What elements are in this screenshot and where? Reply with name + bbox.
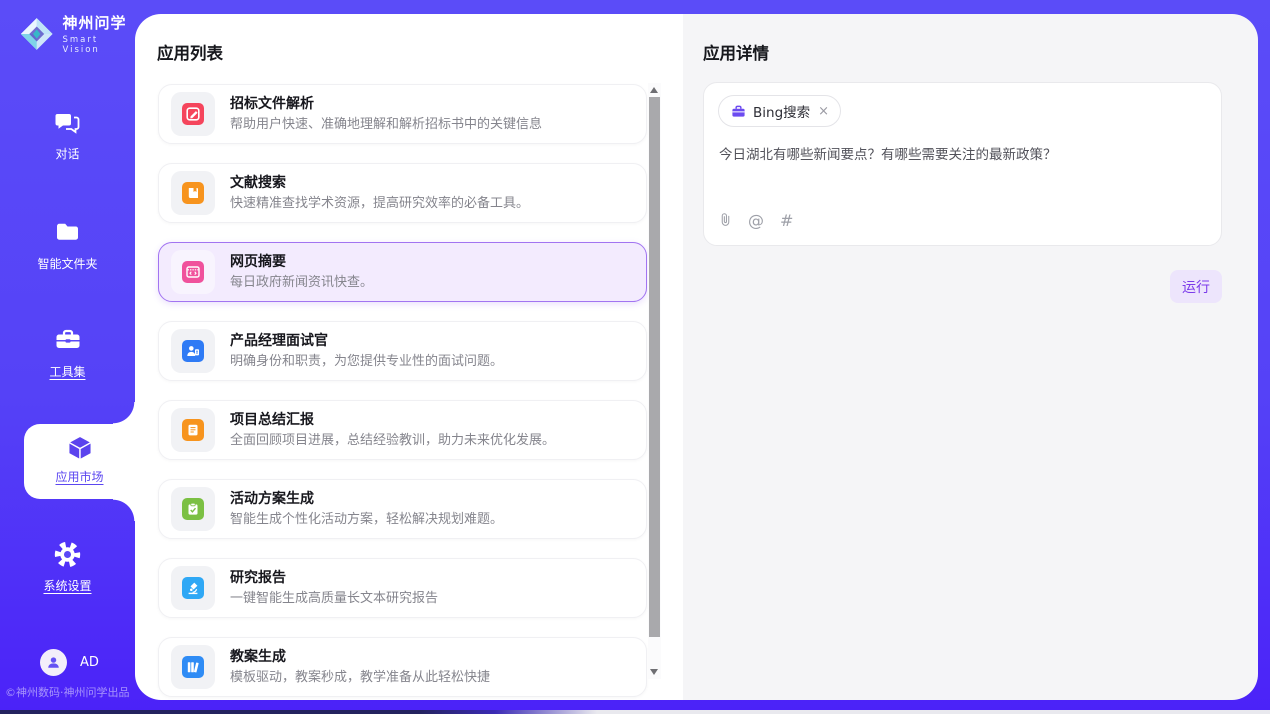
- app-card-desc: 一键智能生成高质量长文本研究报告: [230, 589, 438, 608]
- app-card-title: 教案生成: [230, 648, 490, 667]
- run-button[interactable]: 运行: [1170, 270, 1222, 303]
- app-detail-title: 应用详情: [703, 40, 769, 64]
- brand-text: 神州问学 Smart Vision: [62, 12, 135, 55]
- user-initials: AD: [80, 655, 99, 670]
- query-input[interactable]: 今日湖北有哪些新闻要点？有哪些需要关注的最新政策？: [719, 145, 1206, 165]
- window-bottom-edge: [0, 710, 1270, 714]
- app-card-desc: 全面回顾项目进展，总结经验教训，助力未来优化发展。: [230, 431, 555, 450]
- person-icon: [46, 655, 61, 670]
- tool-chip-label: Bing搜索: [753, 101, 810, 121]
- paperclip-icon[interactable]: [719, 211, 732, 231]
- briefcase-icon: [731, 104, 746, 119]
- app-icon-tile: [171, 645, 215, 689]
- gear-icon: [0, 540, 135, 570]
- app-list-pane: 应用列表 招标文件解析 帮助用户快速、准确地理解和解析招标书中的关键信: [135, 14, 683, 700]
- app-card-lesson-plan[interactable]: 教案生成 模板驱动，教案秒成，教学准备从此轻松快捷: [158, 637, 647, 697]
- app-card-desc: 明确身份和职责，为您提供专业性的面试问题。: [230, 352, 503, 371]
- app-detail-pane: 应用详情 Bing搜索 × 今日湖北有哪些新闻要点？有哪些需要关注的最新政策？: [683, 14, 1258, 700]
- app-card-desc: 帮助用户快速、准确地理解和解析招标书中的关键信息: [230, 115, 542, 134]
- app-card-bid-analysis[interactable]: 招标文件解析 帮助用户快速、准确地理解和解析招标书中的关键信息: [158, 84, 647, 144]
- microscope-icon: [182, 577, 204, 599]
- app-icon-tile: [171, 408, 215, 452]
- book-icon: [182, 182, 204, 204]
- scrollbar-thumb[interactable]: [649, 97, 660, 637]
- content-panel: 应用列表 招标文件解析 帮助用户快速、准确地理解和解析招标书中的关键信: [135, 14, 1258, 700]
- hash-icon[interactable]: #: [780, 213, 793, 229]
- browser-code-icon: [182, 261, 204, 283]
- sidebar-item-label: 对话: [55, 147, 79, 161]
- books-icon: [182, 656, 204, 678]
- sidebar-item-label: 系统设置: [43, 579, 91, 593]
- query-input-card: Bing搜索 × 今日湖北有哪些新闻要点？有哪些需要关注的最新政策？ @ #: [703, 82, 1222, 246]
- app-icon-tile: [171, 487, 215, 531]
- app-card-title: 产品经理面试官: [230, 332, 503, 351]
- clipboard-check-icon: [182, 498, 204, 520]
- list-scrollbar[interactable]: [648, 83, 661, 679]
- app-card-desc: 快速精准查找学术资源，提高研究效率的必备工具。: [230, 194, 529, 213]
- app-card-project-summary[interactable]: 项目总结汇报 全面回顾项目进展，总结经验教训，助力未来优化发展。: [158, 400, 647, 460]
- edit-icon: [182, 103, 204, 125]
- scroll-up-arrow-icon[interactable]: [650, 87, 658, 93]
- app-card-pm-interviewer[interactable]: 产品经理面试官 明确身份和职责，为您提供专业性的面试问题。: [158, 321, 647, 381]
- sidebar-item-label: 应用市场: [55, 470, 103, 484]
- user-account[interactable]: AD: [40, 649, 99, 676]
- app-icon-tile: [171, 566, 215, 610]
- scroll-down-arrow-icon[interactable]: [650, 669, 658, 675]
- app-card-desc: 模板驱动，教案秒成，教学准备从此轻松快捷: [230, 668, 490, 687]
- app-card-title: 项目总结汇报: [230, 411, 555, 430]
- app-window: 神州问学 Smart Vision 对话 智能文件夹: [0, 0, 1270, 714]
- app-icon-tile: [171, 329, 215, 373]
- app-icon-tile: [171, 171, 215, 215]
- app-card-title: 文献搜索: [230, 174, 529, 193]
- folder-icon: [0, 218, 135, 248]
- app-card-list: 招标文件解析 帮助用户快速、准确地理解和解析招标书中的关键信息: [158, 84, 647, 700]
- at-mention-icon[interactable]: @: [748, 213, 764, 229]
- tool-chip-bing-search[interactable]: Bing搜索 ×: [718, 95, 841, 127]
- sidebar-item-label: 智能文件夹: [37, 257, 97, 271]
- app-card-event-plan[interactable]: 活动方案生成 智能生成个性化活动方案，轻松解决规划难题。: [158, 479, 647, 539]
- toolbox-icon: [0, 326, 135, 356]
- sidebar-item-chat[interactable]: 对话: [0, 108, 135, 162]
- app-icon-tile: [171, 250, 215, 294]
- app-card-desc: 每日政府新闻资讯快查。: [230, 273, 373, 292]
- diamond-logo-icon: [19, 15, 54, 53]
- avatar: [40, 649, 67, 676]
- cube-icon: [24, 433, 135, 463]
- brand-name: 神州问学: [62, 12, 135, 33]
- brand-logo: 神州问学 Smart Vision: [19, 12, 135, 55]
- app-card-title: 网页摘要: [230, 253, 373, 272]
- sidebar: 神州问学 Smart Vision 对话 智能文件夹: [0, 0, 135, 714]
- app-card-web-summary[interactable]: 网页摘要 每日政府新闻资讯快查。: [158, 242, 647, 302]
- notepad-icon: [182, 419, 204, 441]
- app-card-research-report[interactable]: 研究报告 一键智能生成高质量长文本研究报告: [158, 558, 647, 618]
- app-card-title: 招标文件解析: [230, 95, 542, 114]
- close-icon[interactable]: ×: [818, 104, 829, 119]
- sidebar-item-smart-folder[interactable]: 智能文件夹: [0, 218, 135, 272]
- chat-icon: [0, 108, 135, 138]
- copyright-footer: ©神州数码·神州问学出品: [5, 684, 140, 700]
- input-toolbar: @ #: [719, 211, 793, 231]
- app-icon-tile: [171, 92, 215, 136]
- sidebar-item-settings[interactable]: 系统设置: [0, 540, 135, 594]
- app-card-title: 活动方案生成: [230, 490, 503, 509]
- brand-tagline: Smart Vision: [62, 35, 135, 55]
- sidebar-item-app-market[interactable]: 应用市场: [24, 424, 135, 499]
- app-list-title: 应用列表: [157, 40, 223, 64]
- interviewer-icon: [182, 340, 204, 362]
- sidebar-item-label: 工具集: [49, 365, 85, 379]
- app-card-literature-search[interactable]: 文献搜索 快速精准查找学术资源，提高研究效率的必备工具。: [158, 163, 647, 223]
- sidebar-item-toolset[interactable]: 工具集: [0, 326, 135, 380]
- app-card-title: 研究报告: [230, 569, 438, 588]
- app-card-desc: 智能生成个性化活动方案，轻松解决规划难题。: [230, 510, 503, 529]
